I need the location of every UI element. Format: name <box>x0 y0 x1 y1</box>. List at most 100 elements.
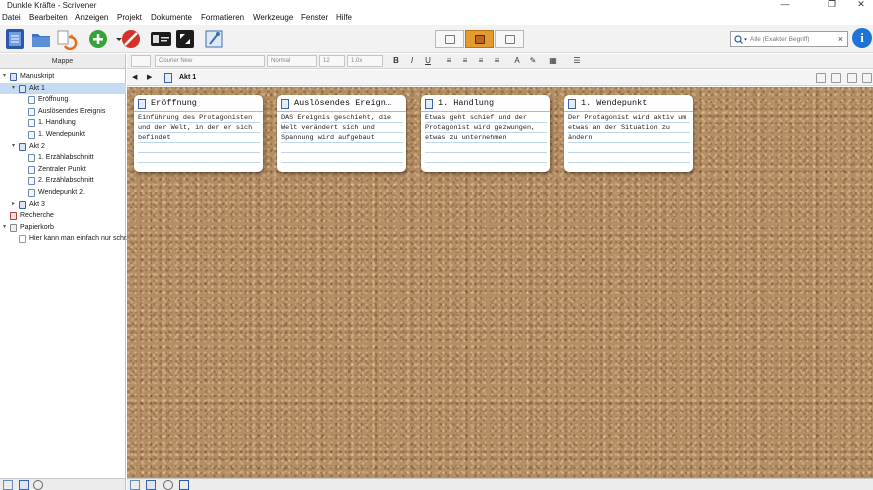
justify-icon[interactable]: ≡ <box>491 55 503 67</box>
card-synopsis[interactable]: Der Protagonist wird aktiv um etwas an d… <box>568 113 690 169</box>
binder-item[interactable]: Hier kann man einfach nur schr... <box>0 233 132 244</box>
editor-header-bar: ◀ ▶ Akt 1 <box>127 70 873 86</box>
binder-item[interactable]: Eröffnung <box>0 94 126 105</box>
font-size-select[interactable]: 12 <box>319 55 345 67</box>
nav-down-icon[interactable] <box>831 73 841 83</box>
close-split-icon[interactable] <box>862 73 872 83</box>
binder-item[interactable]: 1. Wendepunkt <box>0 129 126 140</box>
align-left-icon[interactable]: ≡ <box>443 55 455 67</box>
view-corkboard-button[interactable] <box>465 30 494 48</box>
line-spacing-select[interactable]: 1.0x <box>347 55 383 67</box>
view-outliner-button[interactable] <box>495 30 524 48</box>
align-right-icon[interactable]: ≡ <box>475 55 487 67</box>
quick-reference-icon[interactable] <box>150 28 172 50</box>
fullscreen-icon[interactable] <box>174 28 196 50</box>
search-box[interactable]: × <box>730 31 848 47</box>
collections-icon[interactable] <box>30 28 52 50</box>
settings-icon[interactable] <box>33 480 43 490</box>
delete-icon[interactable] <box>120 28 142 50</box>
binder-item[interactable]: 2. Erzählabschnitt <box>0 175 126 186</box>
binder-item-label: Manuskript <box>20 73 55 80</box>
index-card[interactable]: Auslösendes Ereign… DAS Ereignis geschie… <box>277 95 406 172</box>
add-document-icon[interactable] <box>3 480 13 490</box>
table-icon[interactable]: ▦ <box>547 55 559 67</box>
add-folder-card-icon[interactable] <box>146 480 156 490</box>
binder-item-label: Eröffnung <box>38 96 69 104</box>
card-title[interactable]: Eröffnung <box>151 95 259 112</box>
index-card[interactable]: 1. Wendepunkt Der Protagonist wird aktiv… <box>564 95 693 172</box>
font-select[interactable]: Courier New <box>155 55 265 67</box>
menu-bearbeiten[interactable]: Bearbeiten <box>29 11 68 25</box>
maximize-button[interactable]: ❐ <box>817 0 847 11</box>
binder-item[interactable]: ▾ Akt 2 <box>0 141 126 152</box>
bold-button[interactable]: B <box>390 55 402 67</box>
disclosure-open-icon[interactable]: ▾ <box>12 141 18 152</box>
info-button[interactable]: i <box>852 28 872 48</box>
card-title[interactable]: 1. Handlung <box>438 95 546 112</box>
binder-item[interactable]: Wendepunkt 2. <box>0 187 126 198</box>
menu-dokumente[interactable]: Dokumente <box>151 11 192 25</box>
add-folder-icon[interactable] <box>19 480 29 490</box>
corkboard-settings-icon[interactable] <box>163 480 173 490</box>
search-input[interactable] <box>750 33 832 45</box>
search-icon[interactable] <box>734 35 748 44</box>
disclosure-open-icon[interactable]: ▾ <box>3 222 9 233</box>
binder-item[interactable]: ▾ Akt 1 <box>0 82 126 94</box>
card-title[interactable]: Auslösendes Ereign… <box>294 95 402 112</box>
list-icon[interactable]: ☰ <box>571 55 583 67</box>
font-weight-select[interactable]: Normal <box>267 55 317 67</box>
back-button[interactable]: ◀ <box>132 72 137 84</box>
add-dropdown-icon[interactable] <box>108 28 122 50</box>
forward-button[interactable]: ▶ <box>147 72 152 84</box>
binder-item[interactable]: Recherche <box>0 210 126 221</box>
corkboard[interactable]: Eröffnung Einführung des Protagonisten u… <box>127 87 873 478</box>
sync-icon[interactable] <box>56 28 78 50</box>
align-center-icon[interactable]: ≡ <box>459 55 471 67</box>
disclosure-open-icon[interactable]: ▾ <box>3 71 9 82</box>
menu-projekt[interactable]: Projekt <box>117 11 142 25</box>
disclosure-open-icon[interactable]: ▾ <box>12 83 18 94</box>
disclosure-closed-icon[interactable]: ▸ <box>12 199 18 210</box>
binder-icon[interactable] <box>4 28 26 50</box>
binder-item-label: 1. Handlung <box>38 119 76 127</box>
menu-hilfe[interactable]: Hilfe <box>336 11 352 25</box>
card-synopsis[interactable]: Etwas geht schief und der Protagonist wi… <box>425 113 547 169</box>
nav-up-icon[interactable] <box>816 73 826 83</box>
view-document-button[interactable] <box>435 30 464 48</box>
index-card[interactable]: 1. Handlung Etwas geht schief und der Pr… <box>421 95 550 172</box>
binder-item[interactable]: Zentraler Punkt <box>0 164 126 175</box>
doc-icon <box>28 165 35 174</box>
binder-item[interactable]: ▾ Papierkorb <box>0 222 126 233</box>
search-clear-icon[interactable]: × <box>838 33 843 45</box>
index-card[interactable]: Eröffnung Einführung des Protagonisten u… <box>134 95 263 172</box>
binder-item[interactable]: Auslösendes Ereignis <box>0 106 126 117</box>
arrange-icon[interactable] <box>179 480 189 490</box>
add-icon[interactable] <box>87 28 109 50</box>
card-synopsis[interactable]: Einführung des Protagonisten und der Wel… <box>138 113 260 169</box>
text-color-icon[interactable]: A <box>511 55 523 67</box>
close-button[interactable]: ✕ <box>846 0 873 11</box>
highlight-icon[interactable]: ✎ <box>527 55 539 67</box>
add-card-icon[interactable] <box>130 480 140 490</box>
italic-button[interactable]: I <box>406 55 418 67</box>
underline-button[interactable]: U <box>422 55 434 67</box>
binder-item[interactable]: ▸ Akt 3 <box>0 199 126 210</box>
binder-item[interactable]: ▾ Manuskript <box>0 71 126 82</box>
folder-icon <box>19 142 26 151</box>
menu-anzeigen[interactable]: Anzeigen <box>75 11 108 25</box>
card-title[interactable]: 1. Wendepunkt <box>581 95 689 112</box>
minimize-button[interactable]: — <box>770 0 800 11</box>
menu-datei[interactable]: Datei <box>2 11 21 25</box>
inspector-icon[interactable] <box>203 28 225 50</box>
document-title[interactable]: Akt 1 <box>179 70 196 86</box>
binder-item[interactable]: 1. Erzählabschnitt <box>0 152 126 163</box>
binder-item[interactable]: 1. Handlung <box>0 117 126 128</box>
corkboard-view-icon <box>475 35 485 44</box>
style-select[interactable] <box>131 55 151 67</box>
split-icon[interactable] <box>847 73 857 83</box>
menu-formatieren[interactable]: Formatieren <box>201 11 244 25</box>
binder-header: Mappe <box>0 54 125 69</box>
card-synopsis[interactable]: DAS Ereignis geschieht, die Welt verände… <box>281 113 403 169</box>
menu-werkzeuge[interactable]: Werkzeuge <box>253 11 293 25</box>
menu-fenster[interactable]: Fenster <box>301 11 328 25</box>
